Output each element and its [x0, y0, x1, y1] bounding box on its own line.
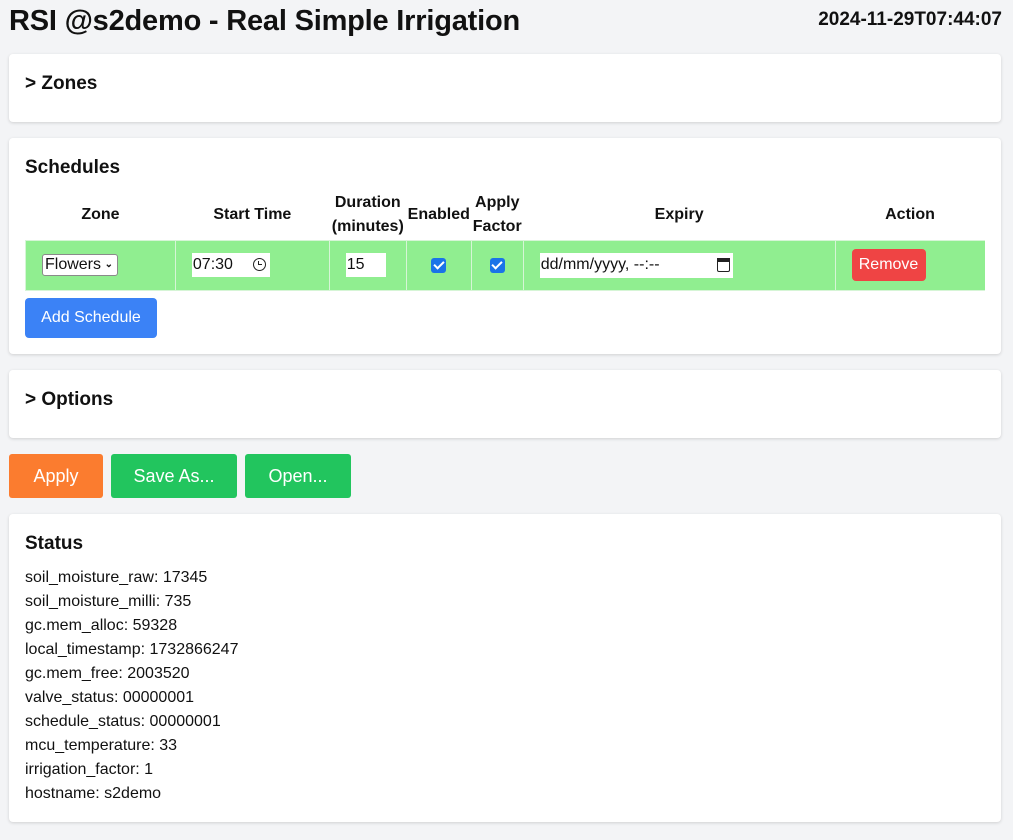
current-datetime: 2024-11-29T07:44:07	[818, 9, 1002, 30]
expiry-placeholder: dd/mm/yyyy, --:--	[540, 256, 660, 273]
schedules-title: Schedules	[25, 157, 121, 178]
table-header-row: Zone Start Time Duration (minutes) Enabl…	[26, 190, 986, 240]
apply-button[interactable]: Apply	[9, 454, 103, 498]
status-line: irrigation_factor: 1	[25, 761, 154, 778]
column-header-action: Action	[885, 205, 935, 223]
expiry-input[interactable]: dd/mm/yyyy, --:--	[539, 252, 733, 278]
apply-factor-cell	[470, 239, 524, 291]
expiry-cell: dd/mm/yyyy, --:--	[522, 239, 836, 291]
start-time-cell: 07:30	[174, 239, 330, 291]
schedules-table: Zone Start Time Duration (minutes) Enabl…	[25, 190, 985, 291]
status-line: gc.mem_alloc: 59328	[25, 617, 178, 634]
column-header-duration: Duration (minutes)	[331, 193, 404, 235]
duration-input[interactable]: 15	[345, 253, 386, 277]
status-line: soil_moisture_milli: 735	[25, 593, 192, 610]
zone-select-value: Flowers	[45, 256, 102, 273]
status-list: soil_moisture_raw: 17345 soil_moisture_m…	[25, 566, 238, 806]
column-header-start-time: Start Time	[213, 205, 292, 223]
enabled-cell	[405, 239, 472, 291]
action-cell: Remove	[834, 239, 985, 291]
duration-value: 15	[346, 256, 365, 273]
action-bar: Apply Save As... Open...	[9, 454, 1001, 498]
calendar-icon[interactable]	[716, 257, 730, 272]
status-line: valve_status: 00000001	[25, 689, 195, 706]
apply-factor-checkbox[interactable]	[489, 257, 505, 273]
schedules-section: Schedules Zone Start Time Duration (minu…	[9, 138, 1001, 354]
start-time-input[interactable]: 07:30	[191, 253, 270, 277]
zone-select[interactable]: Flowers ⌄	[42, 254, 118, 276]
column-header-zone: Zone	[81, 205, 120, 223]
zones-section: > Zones	[9, 54, 1001, 122]
column-header-apply-factor: Apply Factor	[472, 193, 522, 235]
status-line: hostname: s2demo	[25, 785, 162, 802]
clock-icon[interactable]	[252, 258, 266, 271]
add-schedule-button[interactable]: Add Schedule	[25, 298, 157, 338]
remove-schedule-button[interactable]: Remove	[851, 249, 926, 281]
chevron-down-icon: ⌄	[104, 259, 113, 270]
app-title: RSI @s2demo - Real Simple Irrigation	[9, 5, 520, 37]
open-button[interactable]: Open...	[245, 454, 351, 498]
options-toggle[interactable]: > Options	[25, 388, 113, 412]
status-line: gc.mem_free: 2003520	[25, 665, 190, 682]
status-title: Status	[25, 533, 84, 554]
status-line: mcu_temperature: 33	[25, 737, 178, 754]
column-header-enabled: Enabled	[407, 205, 470, 223]
status-line: schedule_status: 00000001	[25, 713, 221, 730]
enabled-checkbox[interactable]	[431, 257, 447, 273]
zone-cell: Flowers ⌄	[25, 239, 176, 291]
page-header: RSI @s2demo - Real Simple Irrigation 202…	[9, 0, 1002, 46]
column-header-expiry: Expiry	[654, 205, 704, 223]
options-section: > Options	[9, 370, 1001, 438]
start-time-value: 07:30	[192, 256, 233, 273]
status-section: Status soil_moisture_raw: 17345 soil_moi…	[9, 514, 1001, 822]
zones-toggle[interactable]: > Zones	[25, 72, 97, 96]
save-as-button[interactable]: Save As...	[111, 454, 237, 498]
table-row: Flowers ⌄ 07:30 15 dd/mm/yyyy, --:-- Rem…	[25, 239, 985, 291]
status-line: local_timestamp: 1732866247	[25, 641, 239, 658]
status-line: soil_moisture_raw: 17345	[25, 569, 208, 586]
duration-cell: 15	[328, 239, 407, 291]
